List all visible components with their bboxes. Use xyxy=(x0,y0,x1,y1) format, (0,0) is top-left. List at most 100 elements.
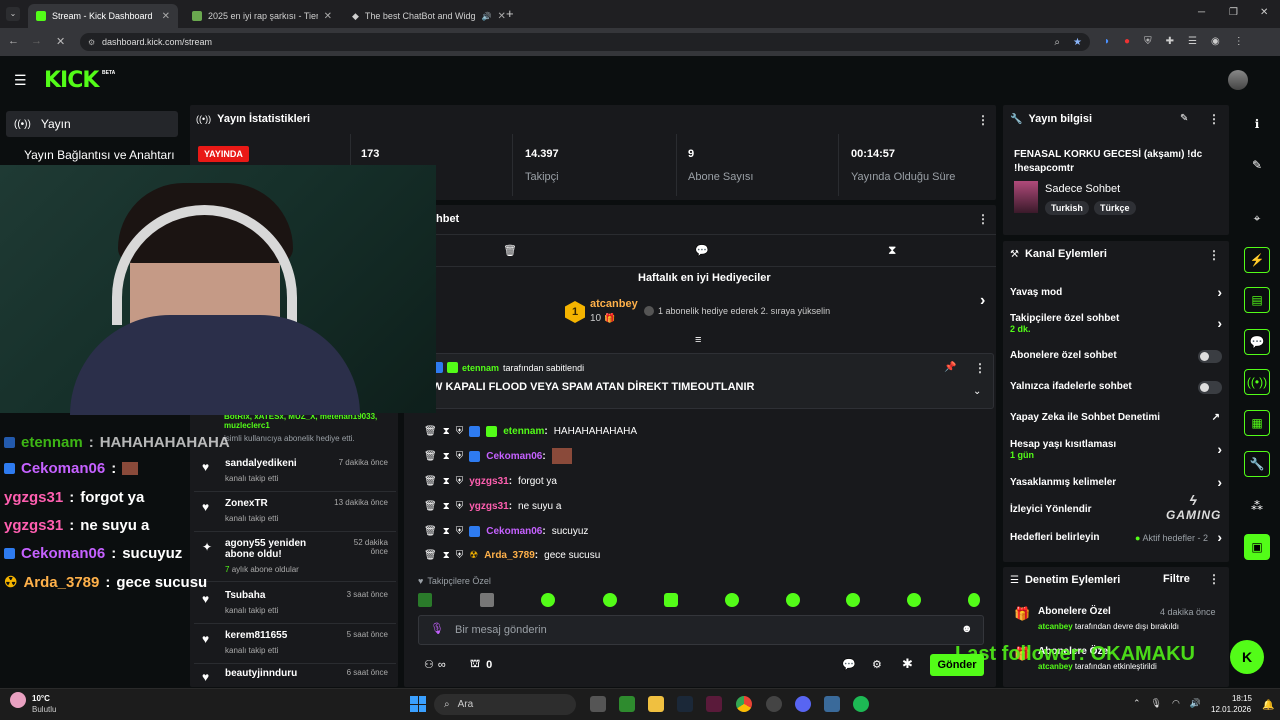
users-icon[interactable]: ⚇ xyxy=(424,658,434,671)
timeout-icon[interactable]: ⧗ xyxy=(443,451,450,462)
feed-item[interactable]: ♥ beautyjinnduru 6 saat önce xyxy=(194,662,396,686)
emote-icon[interactable] xyxy=(725,593,739,607)
edit-pencil-icon[interactable]: ✎ xyxy=(1244,152,1270,178)
nav-item-stream-key[interactable]: Yayın Bağlantısı ve Anahtarı xyxy=(24,148,175,162)
chat-message[interactable]: 🗑 ⧗ ⛨ etennam: HAHAHAHAHAHA xyxy=(424,422,637,440)
forward-icon[interactable]: → xyxy=(31,35,42,47)
chrome-icon[interactable] xyxy=(736,696,752,712)
wrench-icon[interactable]: 🔧 xyxy=(1244,451,1270,477)
emote-icon[interactable] xyxy=(664,593,678,607)
pin-icon[interactable]: 📌 xyxy=(944,362,956,373)
tag-chip[interactable]: Turkish xyxy=(1045,201,1089,215)
points-display[interactable]: ⛫ 0 xyxy=(470,658,492,672)
notifications-icon[interactable]: 🔔 xyxy=(1262,700,1274,711)
emote-icon[interactable] xyxy=(541,593,555,607)
timeout-icon[interactable]: ⧗ xyxy=(443,501,450,512)
camera-focus-icon[interactable]: ⌖ xyxy=(1244,205,1270,231)
timeout-icon[interactable]: ⧗ xyxy=(443,426,450,437)
spotify-icon[interactable] xyxy=(853,696,869,712)
info-icon[interactable]: ℹ xyxy=(1244,111,1270,137)
stats-menu-icon[interactable]: ⋮ xyxy=(977,113,989,127)
ban-icon[interactable]: ⛨ xyxy=(456,550,464,561)
emote-icon[interactable] xyxy=(418,593,432,607)
chat-icon[interactable]: 💬 xyxy=(1244,329,1270,355)
timeout-icon[interactable]: ⧗ xyxy=(443,476,450,487)
chat-message[interactable]: 🗑 ⧗ ⛨ Cekoman06: sucuyuz xyxy=(424,522,588,540)
category-thumbnail[interactable] xyxy=(1014,181,1038,213)
extension-shield-icon[interactable]: ⛨ xyxy=(1144,36,1152,47)
tab-kick-dashboard[interactable]: Stream - Kick Dashboard ✕ xyxy=(28,4,178,28)
lightning-icon[interactable]: ⚡ xyxy=(1244,247,1270,273)
chevron-up-icon[interactable]: ⌃ xyxy=(1133,698,1141,709)
emoji-picker-icon[interactable]: ☻ xyxy=(961,623,973,635)
loading-stop-icon[interactable]: ✕ xyxy=(56,35,65,48)
setting-goals[interactable]: Hedefleri belirleyin ● Aktif hedefler - … xyxy=(1010,529,1222,546)
extensions-puzzle-icon[interactable]: ✚ xyxy=(1166,36,1174,47)
delete-icon[interactable]: 🗑 xyxy=(424,501,437,512)
emote-icon[interactable] xyxy=(786,593,800,607)
zoom-icon[interactable]: ⌕ xyxy=(1054,37,1060,48)
profile-icon[interactable]: ◉ xyxy=(1211,36,1220,47)
setting-slow-mode[interactable]: Yavaş mod › xyxy=(1010,284,1222,301)
minecraft-icon[interactable] xyxy=(619,696,635,712)
close-tab-icon[interactable]: ✕ xyxy=(497,11,505,22)
filter-button[interactable]: Filtre xyxy=(1163,573,1190,585)
delete-icon[interactable]: 🗑 xyxy=(424,526,437,537)
bot-icon[interactable]: ✱ xyxy=(902,656,913,672)
delete-icon[interactable]: 🗑 xyxy=(424,550,437,561)
emote-icon[interactable] xyxy=(480,593,494,607)
kick-logo[interactable]: KICK xyxy=(44,68,99,93)
user-avatar[interactable] xyxy=(1228,70,1248,90)
moderation-menu-icon[interactable]: ⋮ xyxy=(1208,572,1220,586)
category-name[interactable]: Sadece Sohbet xyxy=(1045,183,1120,195)
subscribers-only-toggle[interactable] xyxy=(1198,350,1222,363)
hamburger-menu-icon[interactable]: ☰ xyxy=(14,72,27,89)
tag-chip[interactable]: Türkçe xyxy=(1094,201,1136,215)
feed-item[interactable]: ♥ sandalyedikeni kanalı takip etti 7 dak… xyxy=(194,452,396,492)
site-info-icon[interactable]: ⚙ xyxy=(88,38,95,47)
tab-tier-list[interactable]: 2025 en iyi rap şarkısı - Tier List ✕ xyxy=(184,4,340,28)
chat-message[interactable]: 🗑 ⧗ ⛨ ygzgs31: forgot ya xyxy=(424,472,557,490)
broadcast-icon[interactable]: ((•)) xyxy=(1244,369,1270,395)
discord-icon[interactable] xyxy=(795,696,811,712)
setting-banned-words[interactable]: Yasaklanmış kelimeler › xyxy=(1010,474,1222,491)
timeout-icon[interactable]: ⧗ xyxy=(443,526,450,537)
emote-icon[interactable] xyxy=(603,593,617,607)
windows-start-icon[interactable] xyxy=(410,696,426,712)
file-explorer-icon[interactable] xyxy=(648,696,664,712)
emote-icon[interactable] xyxy=(846,593,860,607)
taskbar-search[interactable]: ⌕ Ara xyxy=(434,694,576,715)
extension-record-icon[interactable]: ● xyxy=(1124,36,1130,47)
tab-chatbot[interactable]: ◆ The best ChatBot and Widg 🔊 ✕ xyxy=(344,4,506,28)
address-bar[interactable]: ⚙ dashboard.kick.com/stream ⌕ ★ xyxy=(80,33,1090,51)
close-window-icon[interactable]: ✕ xyxy=(1260,7,1268,18)
maximize-window-icon[interactable]: ❐ xyxy=(1229,7,1238,18)
back-icon[interactable]: ← xyxy=(8,35,19,47)
microphone-icon[interactable]: 🎙 xyxy=(430,622,444,635)
chat-message[interactable]: 🗑 ⧗ ⛨ Cekoman06: xyxy=(424,447,572,465)
task-view-icon[interactable] xyxy=(590,696,606,712)
feed-item[interactable]: ♥ kerem811655 kanalı takip etti 5 saat ö… xyxy=(194,624,396,664)
chat-menu-icon[interactable]: ⋮ xyxy=(977,212,989,226)
emote-icon[interactable] xyxy=(907,593,921,607)
nav-section-yayin[interactable]: ((•)) Yayın xyxy=(6,111,178,137)
feed-item[interactable]: ♥ ZonexTR kanalı takip etti 13 dakika ön… xyxy=(194,492,396,532)
delete-icon[interactable]: 🗑 xyxy=(424,476,437,487)
chat-message[interactable]: 🗑 ⧗ ⛨ ☢ Arda_3789: gece sucusu xyxy=(424,546,600,564)
delete-icon[interactable]: 🗑 xyxy=(424,451,437,462)
stream-info-menu-icon[interactable]: ⋮ xyxy=(1208,112,1220,126)
new-tab-button[interactable]: + xyxy=(506,6,514,21)
setting-account-age[interactable]: Hesap yaşı kısıtlaması 1 gün › xyxy=(1010,439,1222,463)
app-icon[interactable] xyxy=(766,696,782,712)
browser-menu-icon[interactable]: ⋮ xyxy=(1234,36,1244,47)
steam-icon[interactable] xyxy=(677,696,693,712)
chat-message[interactable]: 🗑 ⧗ ⛨ ygzgs31: ne suyu a xyxy=(424,497,561,515)
channel-actions-menu-icon[interactable]: ⋮ xyxy=(1208,248,1220,262)
pinned-menu-icon[interactable]: ⋮ xyxy=(974,361,986,375)
edit-pencil-icon[interactable]: ✎ xyxy=(1180,113,1188,124)
chat-bubble-icon[interactable]: 💬 xyxy=(695,244,709,257)
reading-list-icon[interactable]: ☰ xyxy=(1188,36,1197,47)
feed-item[interactable]: ✦ agony55 yeniden abone oldu! 7 aylık ab… xyxy=(194,532,396,582)
ban-icon[interactable]: ⛨ xyxy=(456,426,464,437)
storage-icon[interactable]: ▦ xyxy=(1244,410,1270,436)
